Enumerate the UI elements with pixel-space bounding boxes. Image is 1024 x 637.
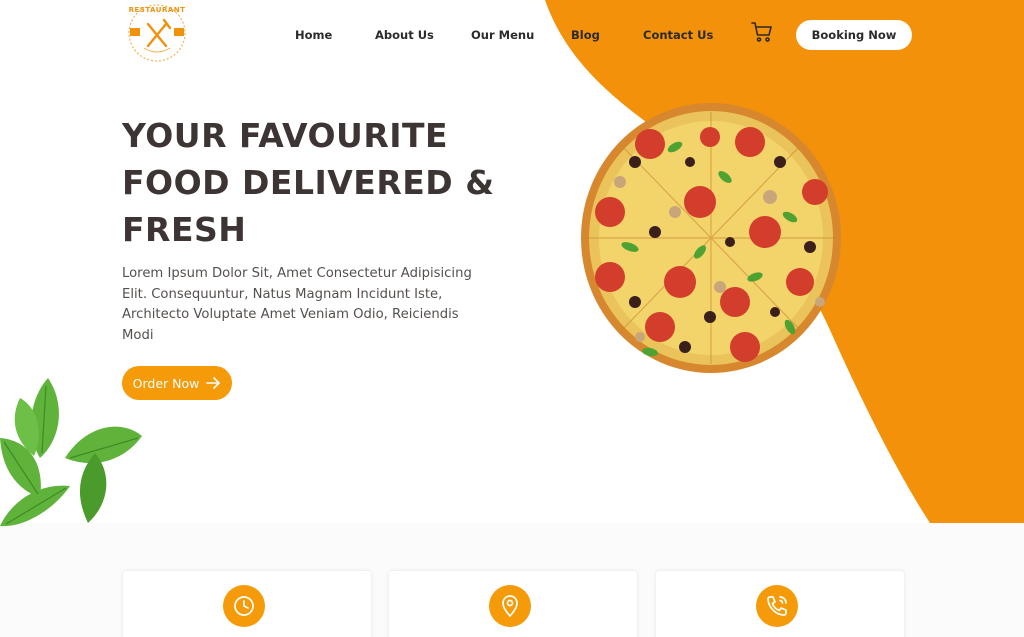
- hero-orange-background: [545, 0, 1024, 523]
- phone-icon-badge: [756, 585, 798, 627]
- nav-home[interactable]: Home: [295, 28, 332, 42]
- order-now-label: Order Now: [132, 375, 200, 391]
- order-now-button[interactable]: Order Now: [122, 366, 232, 400]
- nav-blog[interactable]: Blog: [571, 28, 600, 42]
- hero-title: YOUR FAVOURITE FOOD DELIVERED & FRESH: [122, 112, 542, 253]
- nav-about-us[interactable]: About Us: [375, 28, 434, 42]
- booking-now-button[interactable]: Booking Now: [796, 20, 912, 50]
- nav-contact-us[interactable]: Contact Us: [643, 28, 713, 42]
- clock-icon-badge: [223, 585, 265, 627]
- cart-icon[interactable]: [750, 20, 774, 44]
- hero-title-line: FOOD DELIVERED &: [122, 163, 495, 202]
- hero-title-line: FRESH: [122, 210, 247, 249]
- hero-title-line: YOUR FAVOURITE: [122, 116, 449, 155]
- logo-text: RESTAURANT: [128, 6, 186, 14]
- clock-icon: [234, 596, 254, 616]
- location-pin-icon: [502, 595, 518, 617]
- arrow-right-icon: [206, 377, 221, 389]
- feature-card-hours: [122, 570, 372, 637]
- nav-our-menu[interactable]: Our Menu: [471, 28, 534, 42]
- pizza-image: [581, 103, 841, 373]
- mint-leaves-image: [0, 378, 142, 527]
- location-icon-badge: [489, 585, 531, 627]
- feature-card-location: [388, 570, 638, 637]
- phone-icon: [767, 596, 787, 616]
- hero-description: Lorem Ipsum Dolor Sit, Amet Consectetur …: [122, 266, 472, 343]
- feature-card-phone: [655, 570, 905, 637]
